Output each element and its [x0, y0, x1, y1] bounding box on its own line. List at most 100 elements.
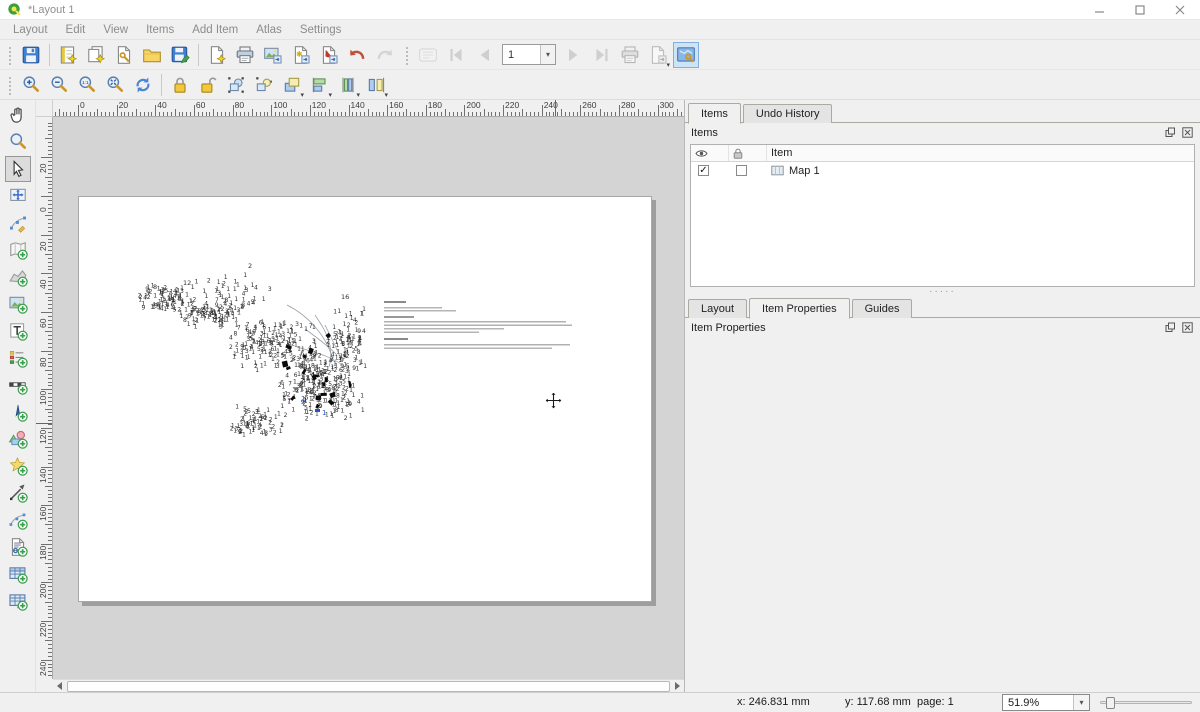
edit-nodes-item-button[interactable] [5, 210, 31, 236]
svg-text:1: 1 [262, 322, 266, 329]
item-visibility-checkbox[interactable]: ✓ [698, 165, 709, 176]
zoom-slider[interactable] [1100, 697, 1192, 709]
export-as-svg-button[interactable] [288, 42, 314, 68]
atlas-settings-button[interactable] [673, 42, 699, 68]
map-item[interactable]: 1111111231612112152122115119111111444119… [79, 197, 651, 601]
vertical-ruler[interactable]: 20020406080100120140160180200220240 [36, 117, 53, 679]
zoom-actual-button[interactable]: 1:1 [74, 72, 100, 98]
add-html-button[interactable] [5, 534, 31, 560]
export-as-image-button[interactable] [260, 42, 286, 68]
scrollbar-thumb[interactable] [67, 681, 670, 692]
lock-items-icon [170, 75, 190, 95]
dock-splitter[interactable]: ····· [685, 287, 1200, 295]
layout-page[interactable]: 1111111231612112152122115119111111444119… [78, 196, 652, 602]
minimize-button[interactable] [1080, 0, 1120, 19]
add-attribute-table-button[interactable] [5, 561, 31, 587]
combo-dropdown-arrow[interactable]: ▾ [1073, 695, 1089, 710]
add-legend-button[interactable] [5, 345, 31, 371]
menu-edit[interactable]: Edit [57, 22, 95, 38]
menu-add-item[interactable]: Add Item [183, 22, 247, 38]
tab-guides[interactable]: Guides [852, 299, 913, 318]
select-move-item-button[interactable] [5, 156, 31, 182]
layout-viewport[interactable]: 1111111231612112152122115119111111444119… [53, 117, 684, 679]
add-marker-button[interactable] [5, 453, 31, 479]
item-properties-float-button[interactable] [1164, 321, 1177, 334]
zoom-out-button[interactable] [46, 72, 72, 98]
add-label-button[interactable] [5, 318, 31, 344]
preview-atlas-button[interactable] [415, 42, 441, 68]
duplicate-layout-button[interactable] [83, 42, 109, 68]
new-layout-button[interactable] [55, 42, 81, 68]
menu-layout[interactable]: Layout [4, 22, 57, 38]
horizontal-ruler[interactable]: 0204060801001201401601802002202402602803… [53, 100, 684, 117]
next-feature-button[interactable] [561, 42, 587, 68]
add-map-button[interactable] [5, 237, 31, 263]
add-node-item-button[interactable] [5, 507, 31, 533]
undo-button[interactable] [344, 42, 370, 68]
redo-button[interactable] [372, 42, 398, 68]
align-items-button[interactable]: ▾ [307, 72, 333, 98]
pan-button[interactable] [5, 102, 31, 128]
horizontal-scrollbar[interactable] [53, 679, 684, 692]
item-row-map1[interactable]: ✓ Map 1 [691, 162, 1194, 179]
add-picture-button[interactable] [5, 291, 31, 317]
add-scale-bar-button[interactable] [5, 372, 31, 398]
svg-text:3: 3 [268, 286, 272, 293]
resize-items-button[interactable]: ▾ [363, 72, 389, 98]
previous-feature-button[interactable] [471, 42, 497, 68]
items-panel-close-button[interactable] [1181, 126, 1194, 139]
menu-atlas[interactable]: Atlas [247, 22, 291, 38]
layout-manager-button[interactable] [111, 42, 137, 68]
item-lock-checkbox[interactable] [736, 165, 747, 176]
item-properties-close-button[interactable] [1181, 321, 1194, 334]
add-3d-map-button[interactable] [5, 264, 31, 290]
menu-items[interactable]: Items [137, 22, 183, 38]
add-items-from-template-button[interactable] [139, 42, 165, 68]
group-items-button[interactable] [223, 72, 249, 98]
last-feature-button[interactable] [589, 42, 615, 68]
zoom-level-combo[interactable]: 51.9% ▾ [1002, 694, 1090, 711]
scroll-left-button[interactable] [53, 680, 66, 693]
svg-text:1: 1 [301, 395, 305, 403]
pan-icon [8, 105, 28, 125]
add-shape-button[interactable] [5, 426, 31, 452]
items-panel-float-button[interactable] [1164, 126, 1177, 139]
scroll-right-button[interactable] [671, 680, 684, 693]
svg-text:1: 1 [194, 324, 198, 331]
ungroup-items-button[interactable] [251, 72, 277, 98]
svg-text:1: 1 [187, 321, 191, 328]
add-arrow-button[interactable] [5, 480, 31, 506]
tab-item-properties[interactable]: Item Properties [749, 298, 850, 319]
export-as-pdf-button[interactable] [316, 42, 342, 68]
raise-items-button[interactable]: ▾ [279, 72, 305, 98]
export-atlas-button[interactable]: ▾ [645, 42, 671, 68]
tab-items[interactable]: Items [688, 103, 741, 124]
distribute-items-button[interactable]: ▾ [335, 72, 361, 98]
zoom-full-button[interactable] [102, 72, 128, 98]
menu-settings[interactable]: Settings [291, 22, 351, 38]
move-item-content-button[interactable] [5, 183, 31, 209]
zoom-tool-button[interactable] [5, 129, 31, 155]
print-atlas-button[interactable] [617, 42, 643, 68]
lock-items-button[interactable] [167, 72, 193, 98]
save-project-button[interactable] [18, 42, 44, 68]
zoom-in-button[interactable] [18, 72, 44, 98]
add-fixed-table-button[interactable] [5, 588, 31, 614]
save-as-template-button[interactable] [167, 42, 193, 68]
new-page-button[interactable] [204, 42, 230, 68]
refresh-button[interactable] [130, 72, 156, 98]
atlas-page-spinbox[interactable]: 1▾ [502, 44, 556, 65]
atlas-page-dropdown-arrow[interactable]: ▾ [540, 45, 555, 64]
slider-handle[interactable] [1106, 697, 1115, 709]
menu-view[interactable]: View [94, 22, 137, 38]
zoom-tool-icon [8, 132, 28, 152]
add-north-arrow-button[interactable] [5, 399, 31, 425]
maximize-button[interactable] [1120, 0, 1160, 19]
unlock-all-button[interactable] [195, 72, 221, 98]
print-layout-button[interactable] [232, 42, 258, 68]
tab-layout[interactable]: Layout [688, 299, 747, 318]
svg-text:8: 8 [183, 317, 187, 324]
first-feature-button[interactable] [443, 42, 469, 68]
close-button[interactable] [1160, 0, 1200, 19]
tab-undo-history[interactable]: Undo History [743, 104, 833, 123]
